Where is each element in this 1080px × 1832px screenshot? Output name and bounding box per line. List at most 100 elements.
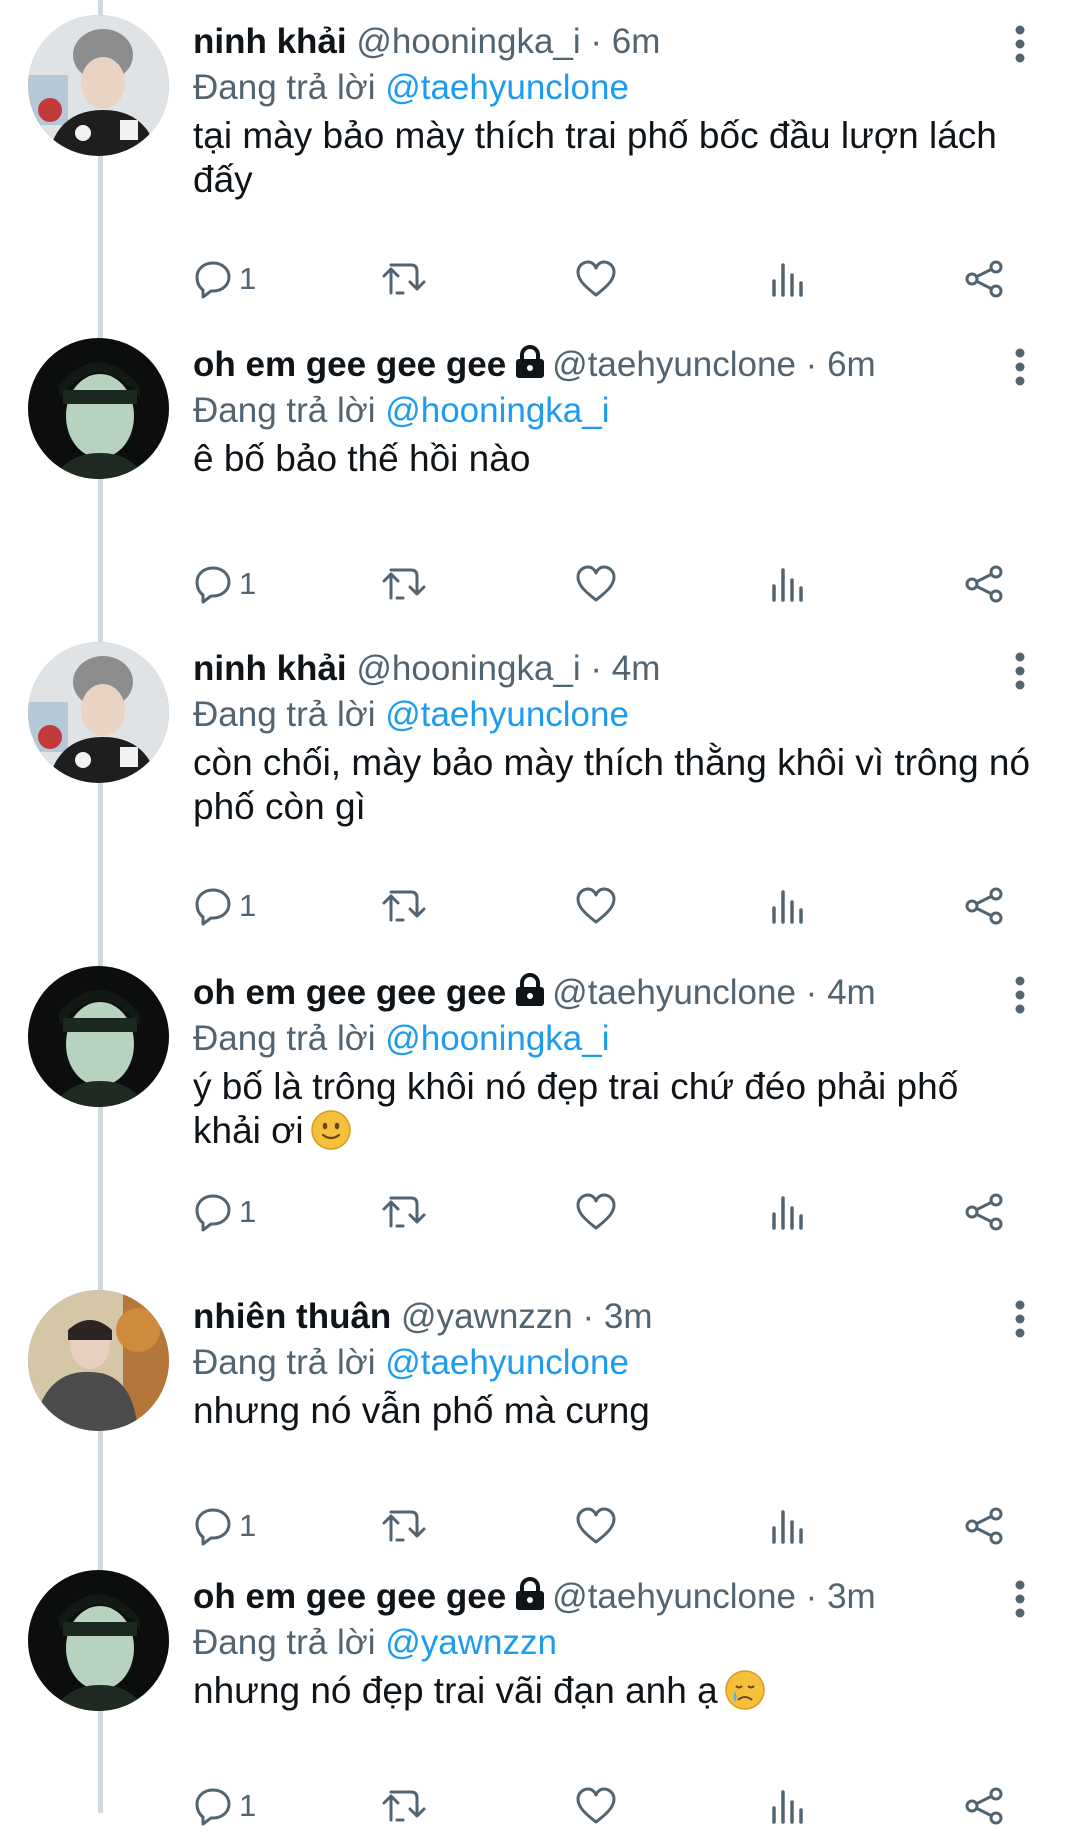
user-handle[interactable]: @taehyunclone <box>552 1577 796 1616</box>
share-icon <box>963 886 1005 926</box>
avatar[interactable] <box>28 1570 169 1711</box>
share-icon <box>963 259 1005 299</box>
timestamp[interactable]: 6m <box>827 345 876 384</box>
reply-button[interactable]: 1 <box>193 1780 256 1832</box>
timestamp[interactable]: 4m <box>612 649 661 688</box>
user-handle[interactable]: @taehyunclone <box>552 345 796 384</box>
display-name[interactable]: oh em gee gee gee <box>193 345 506 384</box>
share-icon <box>963 564 1005 604</box>
like-button[interactable] <box>575 1186 617 1238</box>
share-icon <box>963 1192 1005 1232</box>
reply-icon <box>193 259 233 299</box>
share-button[interactable] <box>963 253 1005 305</box>
share-button[interactable] <box>963 1780 1005 1832</box>
replying-to: Đang trả lời @hooningka_i <box>193 1017 610 1061</box>
user-handle[interactable]: @hooningka_i <box>356 22 580 61</box>
separator-dot: · <box>590 22 603 61</box>
share-button[interactable] <box>963 1186 1005 1238</box>
timestamp[interactable]: 6m <box>612 22 661 61</box>
mention-link[interactable]: @hooningka_i <box>385 1019 609 1058</box>
retweet-button[interactable] <box>381 253 427 305</box>
reply-button[interactable]: 1 <box>193 1500 256 1552</box>
tweet-text: ý bố là trông khôi nó đẹp trai chứ đéo p… <box>193 1065 1033 1153</box>
more-options-icon <box>1015 652 1025 690</box>
reply-count: 1 <box>239 1788 257 1823</box>
user-handle[interactable]: @hooningka_i <box>356 649 580 688</box>
reply-count: 1 <box>239 566 257 601</box>
analytics-icon <box>768 564 808 604</box>
like-button[interactable] <box>575 1780 617 1832</box>
mention-link[interactable]: @taehyunclone <box>385 1343 629 1382</box>
retweet-button[interactable] <box>381 558 427 610</box>
replying-to-label: Đang trả lời <box>193 68 376 107</box>
like-button[interactable] <box>575 880 617 932</box>
like-button[interactable] <box>575 558 617 610</box>
retweet-button[interactable] <box>381 880 427 932</box>
more-options-button[interactable] <box>1005 1297 1035 1341</box>
retweet-icon <box>381 1192 427 1232</box>
display-name[interactable]: ninh khải <box>193 649 347 688</box>
views-button[interactable] <box>768 1186 808 1238</box>
views-button[interactable] <box>768 1780 808 1832</box>
like-button[interactable] <box>575 1500 617 1552</box>
action-bar: 1 <box>193 1780 1033 1832</box>
retweet-button[interactable] <box>381 1186 427 1238</box>
analytics-icon <box>768 1506 808 1546</box>
display-name[interactable]: nhiên thuân <box>193 1297 391 1336</box>
separator-dot: · <box>590 649 603 688</box>
timestamp[interactable]: 3m <box>604 1297 653 1336</box>
heart-icon <box>575 1786 617 1826</box>
avatar[interactable] <box>28 15 169 156</box>
display-name[interactable]: ninh khải <box>193 22 347 61</box>
reply-button[interactable]: 1 <box>193 1186 256 1238</box>
action-bar: 1 <box>193 880 1033 932</box>
avatar[interactable] <box>28 1290 169 1431</box>
more-options-button[interactable] <box>1005 345 1035 389</box>
tweet-text: nhưng nó đẹp trai vãi đạn anh ạ <box>193 1669 1033 1713</box>
share-button[interactable] <box>963 1500 1005 1552</box>
timestamp[interactable]: 3m <box>827 1577 876 1616</box>
like-button[interactable] <box>575 253 617 305</box>
action-bar: 1 <box>193 558 1033 610</box>
mention-link[interactable]: @hooningka_i <box>385 391 609 430</box>
reply-icon <box>193 1506 233 1546</box>
share-button[interactable] <box>963 558 1005 610</box>
share-icon <box>963 1506 1005 1546</box>
reply-icon <box>193 886 233 926</box>
user-handle[interactable]: @yawnzzn <box>401 1297 573 1336</box>
tweet-header: oh em gee gee gee @taehyunclone · 3m <box>193 1575 1000 1622</box>
timestamp[interactable]: 4m <box>827 973 876 1012</box>
display-name[interactable]: oh em gee gee gee <box>193 973 506 1012</box>
mention-link[interactable]: @taehyunclone <box>385 695 629 734</box>
more-options-button[interactable] <box>1005 973 1035 1017</box>
tweet-header: oh em gee gee gee @taehyunclone · 4m <box>193 971 1000 1018</box>
mention-link[interactable]: @taehyunclone <box>385 68 629 107</box>
more-options-button[interactable] <box>1005 649 1035 693</box>
reply-button[interactable]: 1 <box>193 253 256 305</box>
views-button[interactable] <box>768 558 808 610</box>
retweet-button[interactable] <box>381 1780 427 1832</box>
display-name[interactable]: oh em gee gee gee <box>193 1577 506 1616</box>
avatar[interactable] <box>28 966 169 1107</box>
user-handle[interactable]: @taehyunclone <box>552 973 796 1012</box>
reply-button[interactable]: 1 <box>193 880 256 932</box>
views-button[interactable] <box>768 253 808 305</box>
share-button[interactable] <box>963 880 1005 932</box>
views-button[interactable] <box>768 1500 808 1552</box>
more-options-button[interactable] <box>1005 22 1035 66</box>
replying-to-label: Đang trả lời <box>193 695 376 734</box>
reply-button[interactable]: 1 <box>193 558 256 610</box>
avatar[interactable] <box>28 642 169 783</box>
action-bar: 1 <box>193 1500 1033 1552</box>
separator-dot: · <box>582 1297 595 1336</box>
avatar[interactable] <box>28 338 169 479</box>
tweet-header: ninh khải @hooningka_i · 6m <box>193 20 1000 64</box>
tweet-text-content: còn chối, mày bảo mày thích thằng khôi v… <box>193 742 1031 827</box>
more-options-icon <box>1015 348 1025 386</box>
retweet-button[interactable] <box>381 1500 427 1552</box>
tweet-text-content: ê bố bảo thế hồi nào <box>193 438 531 479</box>
more-options-button[interactable] <box>1005 1577 1035 1621</box>
mention-link[interactable]: @yawnzzn <box>385 1623 557 1662</box>
replying-to: Đang trả lời @taehyunclone <box>193 1341 629 1385</box>
views-button[interactable] <box>768 880 808 932</box>
